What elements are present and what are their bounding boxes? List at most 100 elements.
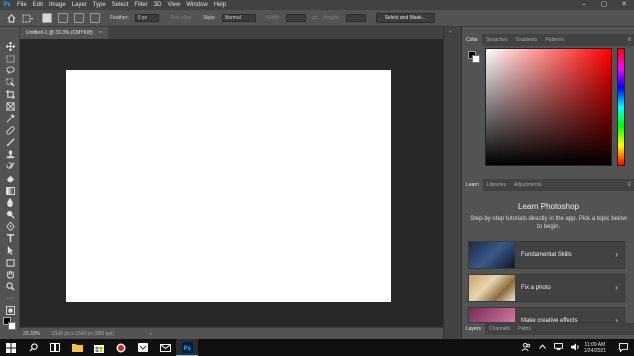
status-menu-arrow[interactable]: › — [150, 331, 152, 337]
close-button[interactable]: ✕ — [614, 0, 634, 10]
windows-start-icon[interactable] — [0, 339, 22, 356]
chevron-right-icon: › — [615, 250, 618, 259]
xbox-icon[interactable] — [132, 339, 154, 356]
document-canvas[interactable] — [66, 70, 391, 302]
screen-recorder-icon[interactable] — [110, 339, 132, 356]
new-selection-icon[interactable] — [42, 13, 52, 23]
antialias-checkbox-label[interactable]: Anti-alias — [171, 15, 192, 21]
mail-icon[interactable] — [154, 339, 176, 356]
add-to-selection-icon[interactable] — [58, 13, 68, 23]
learn-card-fix-a-photo[interactable]: Fix a photo › — [468, 274, 625, 302]
eraser-tool-icon[interactable] — [3, 173, 17, 184]
card-title: Make creative effects — [521, 318, 578, 323]
task-view-icon[interactable] — [44, 339, 66, 356]
color-panel-menu-icon[interactable]: ≡ — [627, 37, 634, 43]
menu-file[interactable]: File — [14, 0, 30, 10]
crop-tool-icon[interactable] — [3, 89, 17, 100]
gradient-tool-icon[interactable] — [3, 185, 17, 196]
document-tab[interactable]: Untitled-1 @ 33.3% (CMYK/8) × — [20, 27, 109, 39]
clock-time: 11:09 AM — [584, 341, 606, 348]
select-and-mask-button[interactable]: Select and Mask... — [375, 13, 435, 23]
menu-3d[interactable]: 3D — [151, 0, 165, 10]
blur-tool-icon[interactable] — [3, 197, 17, 208]
tab-paths[interactable]: Paths — [514, 323, 535, 335]
tab-learn[interactable]: Learn — [462, 179, 483, 191]
tab-patterns[interactable]: Patterns — [541, 34, 568, 46]
tab-swatches[interactable]: Swatches — [482, 34, 512, 46]
menu-image[interactable]: Image — [46, 0, 69, 10]
panel-background-swatch[interactable] — [472, 55, 480, 63]
file-explorer-icon[interactable] — [66, 339, 88, 356]
width-input[interactable] — [285, 14, 306, 22]
chevron-right-icon: › — [615, 283, 618, 292]
tab-gradients[interactable]: Gradients — [512, 34, 542, 46]
home-icon[interactable] — [6, 13, 16, 23]
type-tool-icon[interactable] — [3, 233, 17, 244]
healing-brush-tool-icon[interactable] — [3, 125, 17, 136]
style-select[interactable]: Normal — [221, 14, 256, 22]
quick-mask-icon[interactable] — [3, 305, 17, 316]
tab-libraries[interactable]: Libraries — [483, 179, 510, 191]
height-label: Height: — [323, 15, 340, 21]
tab-channels[interactable]: Channels — [485, 323, 514, 335]
learn-panel-menu-icon[interactable]: ≡ — [627, 182, 634, 188]
hand-tool-icon[interactable] — [3, 269, 17, 280]
document-tab-bar: Untitled-1 @ 33.3% (CMYK/8) × — [20, 27, 443, 39]
minimize-button[interactable]: – — [574, 0, 594, 10]
menu-type[interactable]: Type — [90, 0, 109, 10]
collapse-arrows-icon[interactable]: « — [449, 29, 452, 35]
taskbar-clock[interactable]: 11:09 AM 1/24/2021 — [584, 342, 612, 354]
menu-edit[interactable]: Edit — [30, 0, 46, 10]
fix-a-photo-thumbnail — [469, 275, 515, 301]
learn-card-fundamental-skills[interactable]: Fundamental Skills › — [468, 241, 625, 269]
tab-layers[interactable]: Layers — [462, 323, 486, 335]
menu-layer[interactable]: Layer — [69, 0, 90, 10]
menu-select[interactable]: Select — [109, 0, 132, 10]
color-picker-field[interactable] — [485, 48, 612, 166]
menu-help[interactable]: Help — [211, 0, 229, 10]
eyedropper-tool-icon[interactable] — [3, 113, 17, 124]
creative-effects-thumbnail — [469, 308, 515, 322]
height-input[interactable] — [345, 14, 366, 22]
system-tray — [521, 342, 584, 353]
marquee-tool-preset-icon[interactable] — [22, 13, 36, 23]
brush-tool-icon[interactable] — [3, 137, 17, 148]
hue-slider[interactable] — [617, 48, 625, 166]
zoom-tool-icon[interactable] — [3, 281, 17, 292]
more-tools-icon[interactable]: ··· — [3, 293, 17, 304]
frame-tool-icon[interactable] — [3, 101, 17, 112]
move-tool-icon[interactable] — [3, 41, 17, 52]
notification-icon[interactable] — [612, 339, 634, 356]
rectangular-marquee-tool-icon[interactable] — [3, 53, 17, 64]
history-brush-tool-icon[interactable] — [3, 161, 17, 172]
learn-card-make-creative-effects[interactable]: Make creative effects › — [468, 307, 625, 323]
menu-view[interactable]: View — [164, 0, 183, 10]
zoom-level[interactable]: 33.33% — [23, 331, 40, 337]
dodge-tool-icon[interactable] — [3, 209, 17, 220]
lasso-tool-icon[interactable] — [3, 65, 17, 76]
subtract-from-selection-icon[interactable] — [74, 13, 84, 23]
photoshop-taskbar-icon[interactable]: Ps — [176, 339, 198, 356]
network-icon[interactable] — [553, 343, 563, 352]
menu-filter[interactable]: Filter — [131, 0, 150, 10]
path-selection-tool-icon[interactable] — [3, 245, 17, 256]
intersect-selection-icon[interactable] — [90, 13, 100, 23]
search-icon[interactable] — [22, 339, 44, 356]
background-color-swatch[interactable] — [8, 322, 16, 330]
clone-stamp-tool-icon[interactable] — [3, 149, 17, 160]
rectangle-tool-icon[interactable] — [3, 257, 17, 268]
svg-text:Ps: Ps — [183, 346, 191, 352]
maximize-button[interactable]: ▢ — [594, 0, 614, 10]
object-selection-tool-icon[interactable] — [3, 77, 17, 88]
tab-close-icon[interactable]: × — [99, 30, 102, 36]
chevron-up-icon[interactable] — [538, 344, 546, 351]
feather-input[interactable]: 0 px — [134, 14, 159, 22]
tab-color[interactable]: Color — [462, 34, 482, 46]
store-icon[interactable] — [88, 339, 110, 356]
pen-tool-icon[interactable] — [3, 221, 17, 232]
menu-window[interactable]: Window — [183, 0, 210, 10]
swap-dimensions-icon[interactable]: ⇄ — [312, 14, 318, 22]
people-icon[interactable] — [521, 342, 531, 353]
tab-adjustments[interactable]: Adjustments — [510, 179, 546, 191]
volume-icon[interactable] — [570, 342, 580, 353]
